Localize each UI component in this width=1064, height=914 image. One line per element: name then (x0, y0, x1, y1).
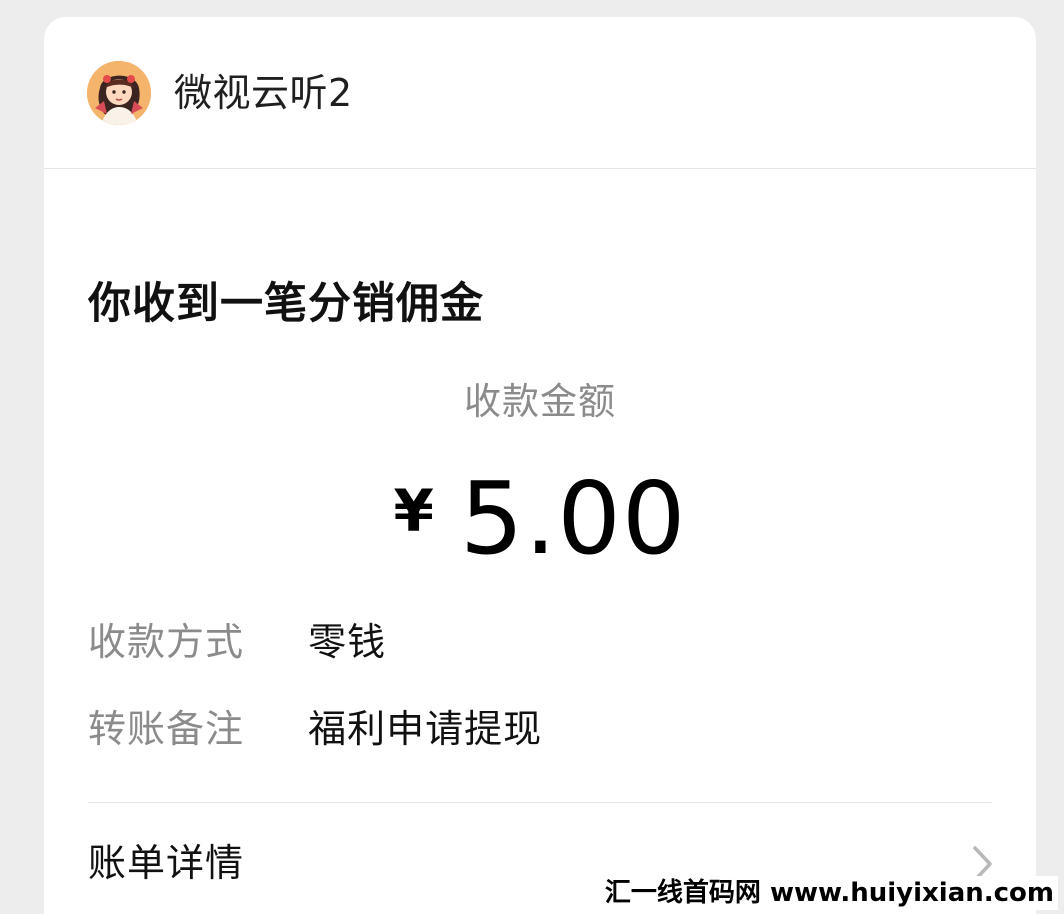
account-header[interactable]: 微视云听2 (44, 17, 1036, 169)
transfer-remark-row: 转账备注 福利申请提现 (88, 701, 988, 757)
amount-value: 5.00 (459, 460, 687, 577)
amount-label: 收款金额 (464, 380, 616, 423)
payment-notification-card: 微视云听2 你收到一笔分销佣金 收款金额 ¥5.00 收款方式 零钱 转账备注 … (44, 17, 1036, 914)
payment-method-value: 零钱 (308, 620, 387, 664)
account-name[interactable]: 微视云听2 (174, 67, 353, 119)
bill-details-label[interactable]: 账单详情 (88, 835, 244, 891)
section-divider (88, 802, 992, 803)
notification-title: 你收到一笔分销佣金 (88, 278, 484, 329)
watermark-text: 汇一线首码网 www.huiyixian.com (600, 876, 1058, 910)
currency-symbol: ¥ (393, 477, 434, 545)
payment-method-label: 收款方式 (88, 620, 245, 664)
transfer-remark-value: 福利申请提现 (308, 707, 543, 751)
anime-character-avatar-icon (87, 61, 151, 125)
received-amount: ¥5.00 (44, 469, 1036, 569)
transfer-remark-label: 转账备注 (88, 707, 245, 751)
payment-method-row: 收款方式 零钱 (88, 614, 988, 670)
account-avatar[interactable] (87, 61, 151, 125)
